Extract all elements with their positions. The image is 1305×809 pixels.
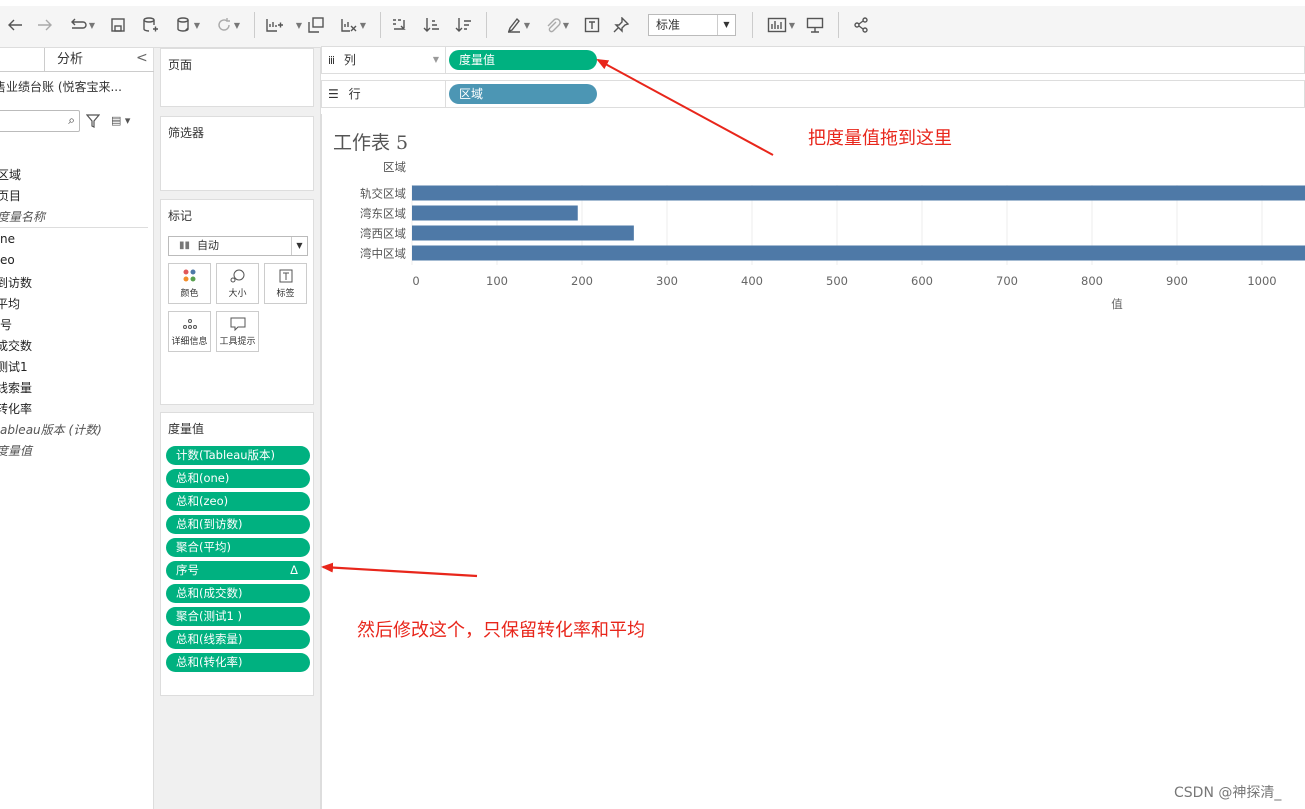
arrow-to-columns-shelf [596,59,774,156]
arrow-to-measure-values [321,562,478,578]
watermark: CSDN @神探清_ [1174,785,1282,801]
annotation-arrows [321,59,774,578]
annotation-modify-hint: 然后修改这个，只保留转化率和平均 [357,620,645,641]
annotation-drag-hint: 把度量值拖到这里 [808,128,952,149]
